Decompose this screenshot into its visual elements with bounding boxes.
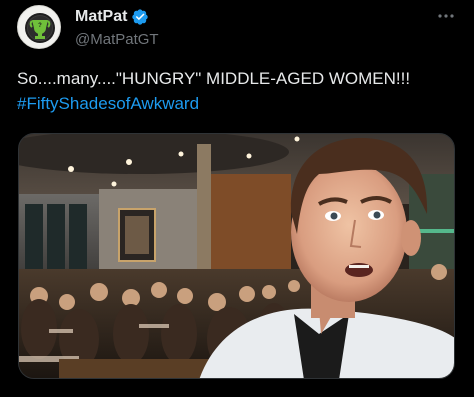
tweet-header: MatPat @MatPatGT: [75, 6, 159, 48]
display-name[interactable]: MatPat: [75, 8, 127, 26]
selfie-photo: [19, 134, 454, 378]
game-theory-logo-icon: ?: [19, 7, 60, 48]
tweet-media-photo[interactable]: [18, 133, 455, 379]
name-row: MatPat: [75, 6, 159, 28]
tweet-card[interactable]: ? MatPat @MatPatGT So....many...."HUNGRY…: [0, 0, 474, 397]
verified-badge-icon: [132, 9, 149, 25]
hashtag-link[interactable]: #FiftyShadesofAwkward: [17, 91, 457, 116]
svg-text:?: ?: [38, 23, 42, 29]
handle[interactable]: @MatPatGT: [75, 31, 159, 48]
more-options-icon[interactable]: [436, 11, 456, 21]
tweet-text: So....many...."HUNGRY" MIDDLE-AGED WOMEN…: [17, 66, 457, 116]
tweet-text-line: So....many...."HUNGRY" MIDDLE-AGED WOMEN…: [17, 69, 411, 88]
avatar[interactable]: ?: [17, 5, 61, 49]
